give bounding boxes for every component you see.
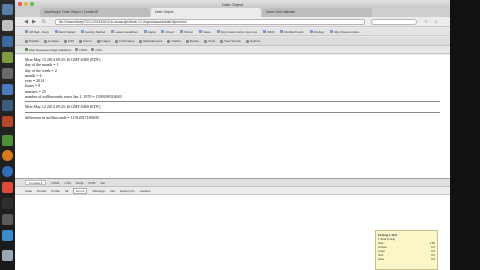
bookmark[interactable]: Mozilla Firefox: [280, 30, 304, 34]
window-title: Date Object: [221, 1, 244, 7]
devtool-button[interactable]: Information: [115, 39, 134, 43]
console-filter-bar: Clear Persist Profile All Errors Warning…: [15, 187, 450, 195]
desktop-strip: [450, 0, 480, 270]
bookmark[interactable]: JM Mail - Nazy: [25, 30, 49, 34]
filter-debug-info[interactable]: Debug Info: [120, 189, 135, 193]
bookmark[interactable]: http://www.msnbc.msn.com: [216, 30, 257, 34]
nav-bar: ◀ ▶ ↻ file:///Users/Nazy/TCCL/2013/DM111…: [15, 17, 450, 27]
firebug-toolbar: Console ▾ HTML CSS Script DOM Net: [15, 179, 450, 187]
output-line: difference in milliseconds = 11912017180…: [25, 114, 99, 120]
bookmark[interactable]: iCloud: [161, 30, 174, 34]
search-input[interactable]: [371, 19, 417, 25]
forward-icon[interactable]: ▶: [31, 19, 37, 25]
dock: [0, 0, 15, 270]
app-icon[interactable]: [2, 214, 13, 225]
filter-profile[interactable]: Profile: [51, 189, 60, 193]
devtool-button[interactable]: Images: [96, 39, 110, 43]
bookmark[interactable]: Firebug: [309, 30, 324, 34]
browser-icon[interactable]: [2, 166, 13, 177]
bookmark[interactable]: Latest Headlines: [111, 30, 138, 34]
bookmark[interactable]: http://www.mozdev...: [329, 30, 361, 34]
url-field[interactable]: file:///Users/Nazy/TCCL/2013/DM1116-Java…: [55, 19, 365, 25]
filter-warnings[interactable]: Warnings: [92, 189, 105, 193]
firebug-tab-css[interactable]: CSS: [65, 181, 71, 185]
timing-row: other 0.0: [378, 257, 435, 261]
firebug-tab-net[interactable]: Net: [100, 181, 105, 185]
traffic-lights: [18, 2, 34, 6]
console-dropdown[interactable]: Console ▾: [25, 180, 47, 185]
tab[interactable]: Dave Geil Ultimate: [262, 8, 372, 17]
app-icon[interactable]: [2, 182, 13, 193]
back-icon[interactable]: ◀: [23, 19, 29, 25]
filter-clear[interactable]: Clear: [25, 189, 32, 193]
validation-toolbar: Web Developer Page Validation HTML CSS: [15, 46, 450, 54]
zoom-icon[interactable]: [30, 2, 34, 6]
mail-icon[interactable]: [2, 36, 13, 47]
page-content: Mon May 15 2014 09:25:16 GMT-0400 (EDT) …: [15, 55, 450, 178]
app-icon[interactable]: [2, 20, 13, 31]
firefox-icon[interactable]: [2, 150, 13, 161]
trash-icon[interactable]: [2, 250, 13, 261]
tab-active[interactable]: Date Object: [151, 8, 261, 17]
devtool-button[interactable]: Tools: [204, 39, 215, 43]
date-output-block: Mon May 15 2014 09:25:16 GMT-0400 (EDT) …: [25, 57, 440, 99]
app-icon[interactable]: [2, 198, 13, 209]
app-icon[interactable]: [2, 100, 13, 111]
devtool-button[interactable]: Disable: [25, 39, 39, 43]
finder-icon[interactable]: [2, 4, 13, 15]
firebug-tab-dom[interactable]: DOM: [88, 181, 95, 185]
output-line: Mon May 12 2014 09:25:16 GMT-0400 (EDT): [25, 104, 101, 110]
app-icon[interactable]: [2, 84, 13, 95]
app-icon[interactable]: [2, 68, 13, 79]
filter-all[interactable]: All: [65, 189, 68, 193]
filter-persist[interactable]: Persist: [37, 189, 46, 193]
devtool-button[interactable]: View Source: [220, 39, 241, 43]
validation-button[interactable]: CSS: [91, 48, 102, 52]
validation-button[interactable]: HTML: [75, 48, 87, 52]
reload-icon[interactable]: ↻: [41, 19, 47, 25]
home-icon[interactable]: ⌂: [433, 19, 439, 25]
bookmarks-bar: JM Mail - Nazy Most Visited Getting Star…: [15, 28, 450, 36]
web-developer-toolbar: Disable Cookies CSS Forms Images Informa…: [15, 37, 450, 46]
filter-cookies[interactable]: Cookies: [140, 189, 151, 193]
close-icon[interactable]: [18, 2, 22, 6]
tab[interactable]: JavaScript: Date Object | CreateJS: [40, 8, 150, 17]
divider: [25, 111, 440, 113]
tab-bar: JavaScript: Date Object | CreateJS Date …: [15, 8, 450, 17]
browser-window: Date Object JavaScript: Date Object | Cr…: [15, 0, 450, 270]
output-line: number of milliseconds since Jan 1, 1970…: [25, 94, 122, 100]
devtool-button[interactable]: Miscellaneous: [139, 39, 162, 43]
firebug-panel: Console ▾ HTML CSS Script DOM Net Clear …: [15, 178, 450, 270]
title-bar: Date Object: [15, 0, 450, 8]
app-icon[interactable]: [2, 116, 13, 127]
devtool-button[interactable]: Resize: [185, 39, 199, 43]
validation-button[interactable]: Web Developer Page Validation: [25, 48, 71, 52]
devtool-button[interactable]: Options: [245, 39, 260, 43]
bookmark[interactable]: Most Visited: [54, 30, 75, 34]
filter-info[interactable]: Info: [110, 189, 115, 193]
devtool-button[interactable]: CSS: [63, 39, 74, 43]
bookmark[interactable]: News: [199, 30, 211, 34]
filter-errors[interactable]: Errors: [73, 187, 88, 194]
devtool-button[interactable]: Forms: [79, 39, 92, 43]
devtool-button[interactable]: Cookies: [44, 39, 59, 43]
bookmark[interactable]: Yahoo!: [179, 30, 193, 34]
devtool-button[interactable]: Outline: [167, 39, 181, 43]
app-icon[interactable]: [2, 230, 13, 241]
app-icon[interactable]: [2, 135, 13, 146]
bookmark[interactable]: IMDb: [263, 30, 274, 34]
bookmark[interactable]: Apple: [143, 30, 155, 34]
bookmark-star-icon[interactable]: ☆: [423, 19, 429, 25]
app-icon[interactable]: [2, 52, 13, 63]
firebug-tab-script[interactable]: Script: [76, 181, 84, 185]
bookmark[interactable]: Getting Started: [81, 30, 105, 34]
firebug-tab-html[interactable]: HTML: [51, 181, 59, 185]
divider: [25, 101, 440, 103]
timing-popup: Firebug 1.12.8 1 Total Timing total 1.00 …: [375, 230, 438, 270]
minimize-icon[interactable]: [24, 2, 28, 6]
